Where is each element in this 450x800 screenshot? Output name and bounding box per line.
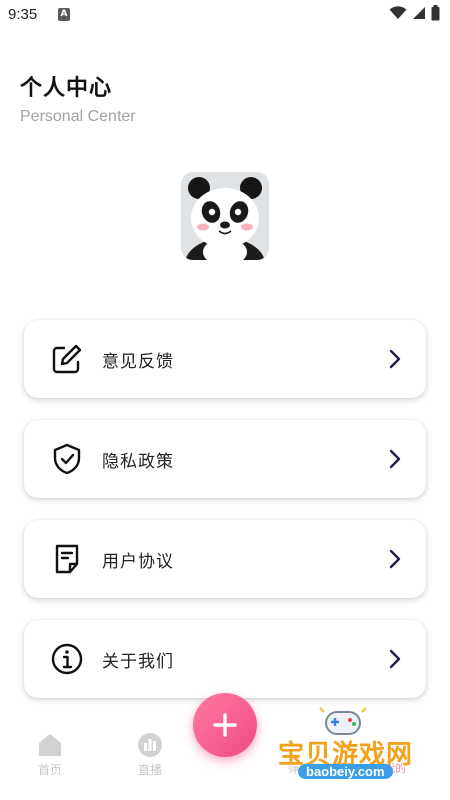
menu-label-about: 关于我们 (102, 651, 174, 672)
menu-label-agreement: 用户协议 (102, 551, 174, 572)
info-icon (51, 643, 83, 675)
shield-check-icon (53, 443, 81, 475)
document-icon (55, 544, 79, 574)
watermark-url: baobeiy.com (298, 764, 393, 779)
home-icon (39, 734, 61, 756)
watermark-logo: 弹 我的 宝贝游戏网 baobeiy.com (272, 706, 442, 786)
avatar[interactable] (181, 172, 269, 260)
menu-item-privacy[interactable]: 隐私政策 (24, 420, 426, 498)
settings-menu: 意见反馈 隐私政策 用户协议 关于我们 (24, 320, 426, 720)
wifi-icon (389, 6, 407, 19)
tab-live-label: 直播 (137, 763, 162, 777)
signal-icon (413, 7, 425, 19)
status-icons (389, 5, 440, 21)
status-bar: 9:35 A (0, 0, 450, 32)
page-header: 个人中心 Personal Center (20, 70, 136, 126)
menu-label-privacy: 隐私政策 (102, 451, 174, 472)
tab-live[interactable]: 直播 (120, 732, 180, 778)
chevron-right-icon (389, 549, 401, 569)
menu-item-feedback[interactable]: 意见反馈 (24, 320, 426, 398)
menu-item-agreement[interactable]: 用户协议 (24, 520, 426, 598)
plus-icon (213, 713, 237, 737)
battery-icon (431, 5, 440, 21)
notification-icon: A (58, 8, 70, 21)
chevron-right-icon (389, 349, 401, 369)
chevron-right-icon (389, 449, 401, 469)
page-title: 个人中心 (20, 76, 113, 101)
edit-icon (52, 344, 82, 374)
panda-avatar-icon (181, 172, 269, 260)
add-button[interactable] (193, 693, 257, 757)
menu-label-feedback: 意见反馈 (102, 351, 174, 372)
page-subtitle: Personal Center (20, 108, 136, 125)
tab-home[interactable]: 首页 (20, 732, 80, 778)
tab-home-label: 首页 (37, 763, 62, 777)
menu-item-about[interactable]: 关于我们 (24, 620, 426, 698)
live-icon (138, 733, 162, 757)
chevron-right-icon (389, 649, 401, 669)
status-time: 9:35 (8, 6, 38, 23)
